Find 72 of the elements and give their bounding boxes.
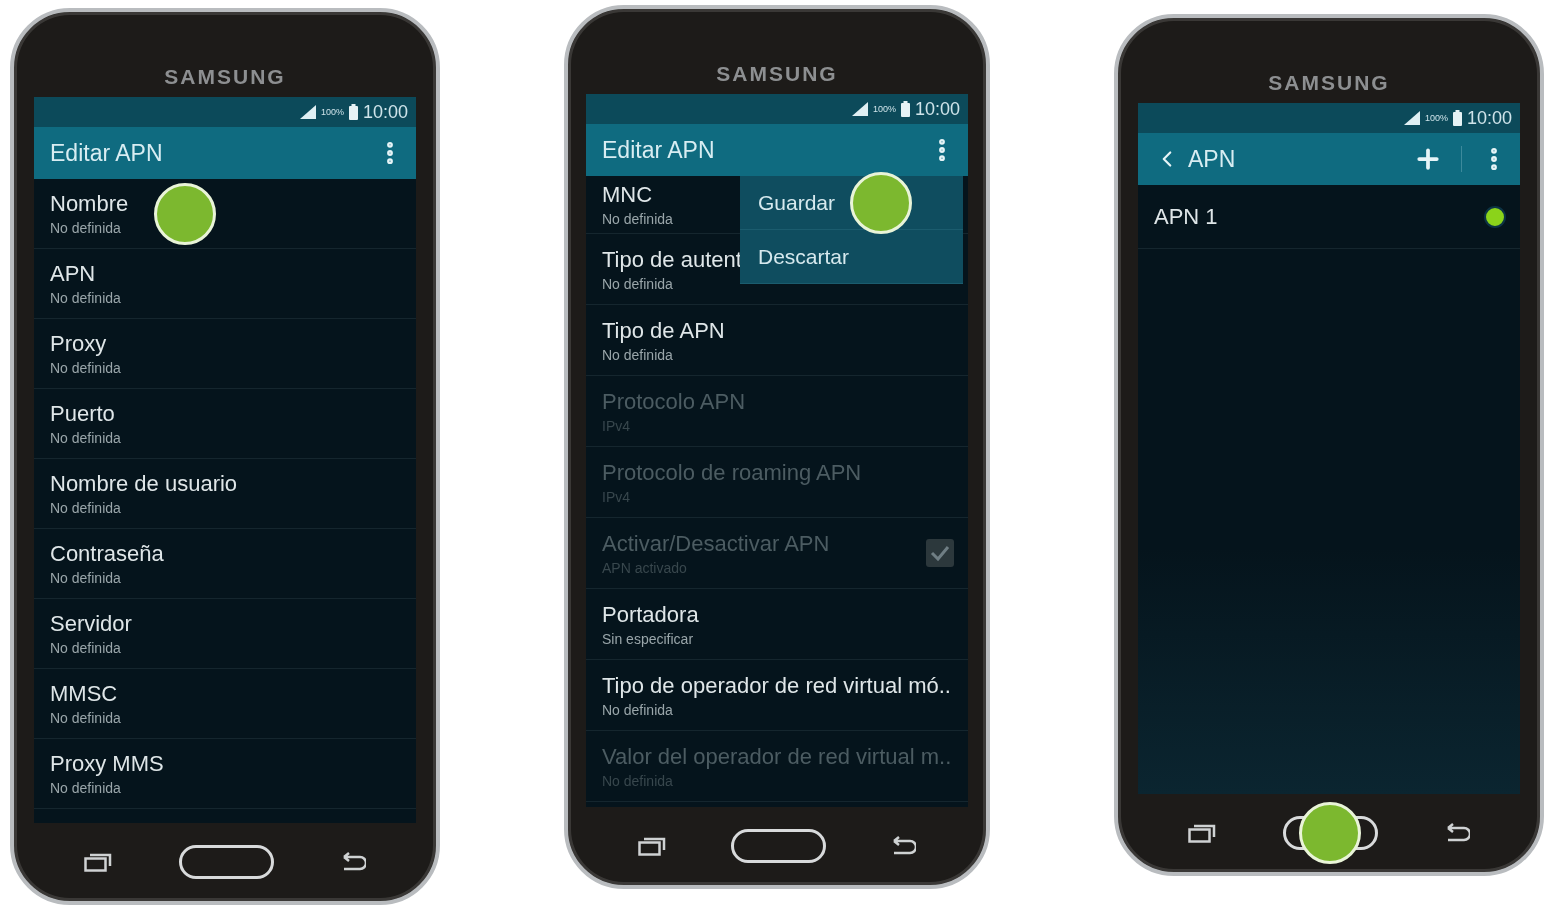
battery-icon [348, 104, 358, 120]
setting-title: Tipo de autent [602, 246, 742, 273]
status-dot[interactable] [1484, 205, 1506, 228]
setting-title: Servidor [50, 611, 132, 637]
setting-row[interactable]: Proxy No definida [34, 319, 416, 389]
setting-value: No definida [602, 701, 673, 718]
signal-icon [1403, 111, 1420, 125]
recent-apps-icon[interactable] [84, 852, 112, 872]
setting-row[interactable]: Servidor No definida [34, 599, 416, 669]
screen-title: APN [1188, 145, 1237, 173]
setting-title: Tipo de APN [602, 317, 725, 344]
menu-item[interactable]: Descartar [740, 230, 963, 284]
setting-title: Nombre de usuario [50, 471, 238, 497]
brand-logo: SAMSUNG [716, 62, 838, 86]
setting-title: MMSC [50, 681, 118, 707]
battery-level: 100% [872, 104, 896, 114]
setting-row[interactable]: Nombre No definida [34, 179, 416, 249]
setting-title: Proxy MMS [50, 751, 164, 777]
setting-value: No definida [602, 275, 673, 292]
setting-title: Activar/Desactivar APN [602, 530, 830, 557]
clock: 10:00 [1466, 107, 1512, 129]
setting-title: Protocolo APN [602, 388, 746, 415]
setting-row[interactable]: Contraseña No definida [34, 529, 416, 599]
setting-row[interactable]: Tipo de APN No definida [586, 305, 968, 376]
setting-row[interactable]: Portadora Sin especificar [586, 589, 968, 660]
screen-title: Editar APN [50, 139, 164, 167]
signal-icon [851, 102, 868, 116]
signal-icon [299, 105, 316, 119]
menu-item[interactable]: Guardar [740, 176, 963, 230]
clock: 10:00 [914, 98, 960, 120]
setting-value: No definida [50, 220, 121, 236]
battery-level: 100% [1424, 113, 1448, 123]
setting-value: No definida [50, 780, 121, 796]
setting-value: No definida [50, 500, 121, 516]
battery-icon [1452, 110, 1462, 126]
setting-value: No definida [50, 360, 121, 376]
setting-value: No definida [50, 290, 121, 306]
setting-title: Protocolo de roaming APN [602, 459, 862, 486]
setting-row[interactable]: MMSC No definida [34, 669, 416, 739]
setting-row[interactable]: Nombre de usuario No definida [34, 459, 416, 529]
brand-logo: SAMSUNG [1268, 71, 1390, 95]
setting-title: Valor del operador de red virtual m.. [602, 743, 952, 770]
battery-icon [900, 101, 910, 117]
home-key[interactable] [178, 845, 274, 879]
setting-title: Puerto [50, 401, 115, 427]
setting-value: No definida [50, 710, 121, 726]
setting-title: Proxy [50, 331, 107, 357]
setting-value: No definida [602, 211, 673, 227]
home-key[interactable] [730, 829, 826, 863]
setting-title: Contraseña [50, 541, 164, 567]
setting-title: Tipo de operador de red virtual mó.. [602, 672, 951, 699]
setting-title: MNC [602, 182, 653, 208]
setting-title: APN [50, 261, 96, 287]
setting-value: No definida [50, 640, 121, 656]
check-icon [930, 545, 950, 561]
screen-title: Editar APN [602, 136, 716, 164]
setting-title: APN 1 [1154, 203, 1218, 230]
setting-value: No definida [50, 430, 121, 446]
setting-title: Nombre [50, 191, 129, 217]
recent-apps-icon[interactable] [638, 836, 666, 856]
clock: 10:00 [362, 101, 408, 123]
setting-row[interactable]: Tipo de operador de red virtual mó.. No definida [586, 660, 968, 731]
setting-row[interactable]: APN No definida [34, 249, 416, 319]
setting-value: No definida [50, 570, 121, 586]
setting-row[interactable]: Proxy MMS No definida [34, 739, 416, 809]
brand-logo: SAMSUNG [164, 65, 286, 89]
setting-title: Portadora [602, 601, 699, 628]
recent-apps-icon[interactable] [1188, 823, 1216, 843]
setting-row[interactable]: Puerto No definida [34, 389, 416, 459]
setting-value: Sin especificar [602, 630, 694, 647]
setting-value: No definida [602, 346, 673, 363]
battery-level: 100% [320, 107, 344, 117]
